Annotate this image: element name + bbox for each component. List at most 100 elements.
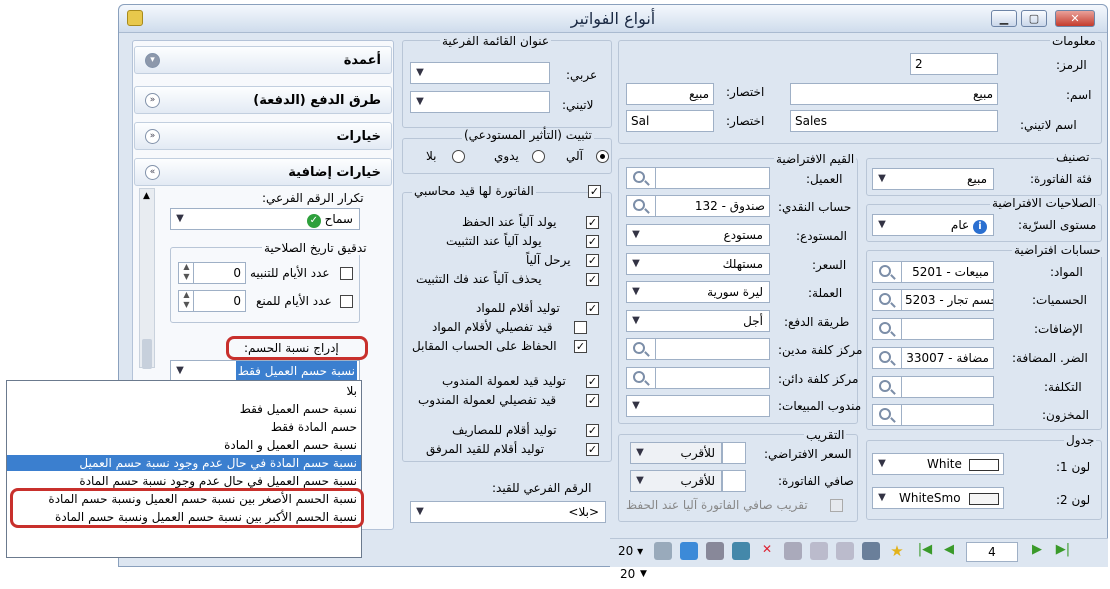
delete-icon[interactable]: ✕ [758,542,776,560]
color1-dropdown[interactable]: ▼ White [872,453,1004,475]
page-size[interactable]: 20 ▾ [618,544,643,558]
repeat-dropdown[interactable]: ▼ ✓ سماح [170,208,360,230]
customer-field[interactable] [654,167,770,189]
account-field-stock[interactable] [900,404,994,426]
credit-center-search[interactable] [626,367,656,389]
warehouse-dropdown[interactable]: ▼ مستودع [626,224,770,246]
refresh-icon[interactable] [732,542,750,560]
net-dropdown[interactable]: ▼ للأقرب [630,470,722,492]
copy-icon[interactable] [810,542,828,560]
account-search-discounts[interactable] [872,289,902,311]
accounting-checkbox[interactable]: ✓ [588,185,601,198]
star-icon[interactable]: ★ [888,542,906,560]
minimize-icon[interactable]: ▁ [991,10,1017,27]
gen-items-checkbox[interactable]: ✓ [586,302,599,315]
list-item[interactable]: حسم المادة فقط [7,419,361,435]
close-icon[interactable]: ✕ [1055,10,1095,27]
debit-center-field[interactable] [654,338,770,360]
latin-abbr-label: اختصار: [726,114,765,128]
gen-on-fix-checkbox[interactable]: ✓ [586,235,599,248]
level-dropdown[interactable]: ▼ عام i [872,214,994,236]
default-price-dropdown[interactable]: ▼ للأقرب [630,442,722,464]
gen-attached-checkbox[interactable]: ✓ [586,443,599,456]
record-number-field[interactable]: 4 [966,542,1018,562]
account-field-vat[interactable]: 33007 - مضافة [900,347,994,369]
currency-dropdown[interactable]: ▼ ليرة سورية [626,281,770,303]
latin-name-field[interactable]: Sales [790,110,998,132]
section-payment[interactable]: طرق الدفع (الدفعة)» [134,86,392,114]
table-title: جدول [1064,433,1097,447]
cash-search[interactable] [626,195,656,217]
radio-manual[interactable] [532,150,545,163]
cash-field[interactable]: 132 - صندوق [654,195,770,217]
account-field-cost[interactable] [900,376,994,398]
save-icon[interactable] [862,542,880,560]
maximize-icon[interactable]: ▢ [1021,10,1047,27]
detail-items-checkbox[interactable] [574,321,587,334]
section-extra-options[interactable]: خيارات إضافية « [134,158,392,186]
radio-auto[interactable] [596,150,609,163]
list-item[interactable]: نسبة حسم العميل و المادة [7,437,361,453]
abbr-field[interactable]: مبيع [626,83,714,105]
gen-exp-checkbox[interactable]: ✓ [586,424,599,437]
account-field-materials[interactable]: 5201 - مبيعات [900,261,994,283]
auto-delete-checkbox[interactable]: ✓ [586,273,599,286]
sidebar-scrollbar[interactable]: ▲ [139,188,155,369]
net-step[interactable] [722,470,746,492]
list-item-selected[interactable]: نسبة حسم المادة في حال عدم وجود نسبة حسم… [7,455,361,471]
gen-on-save-checkbox[interactable]: ✓ [586,216,599,229]
gen-rep-checkbox[interactable]: ✓ [586,375,599,388]
account-search-vat[interactable] [872,347,902,369]
section-options[interactable]: خيارات» [134,122,392,150]
account-label-additions: الإضافات: [1034,322,1083,336]
name-field[interactable]: مبيع [790,83,998,105]
payment-dropdown[interactable]: ▼ أجل [626,310,770,332]
account-search-materials[interactable] [872,261,902,283]
list-item[interactable]: نسبة حسم العميل في حال عدم وجود نسبة حسم… [7,473,361,489]
warn-days-spinner[interactable]: ▲ ▼ [180,262,194,284]
account-search-stock[interactable] [872,404,902,426]
list-item[interactable]: بلا [7,383,361,399]
latin-abbr-field[interactable]: Sal [626,110,714,132]
rep-dropdown[interactable]: ▼ [626,395,770,417]
detail-rep-checkbox[interactable]: ✓ [586,394,599,407]
default-price-step[interactable] [722,442,746,464]
price-dropdown[interactable]: ▼ مستهلك [626,253,770,275]
color2-dropdown[interactable]: ▼ WhiteSmo [872,487,1004,509]
block-days-spinner[interactable]: ▲ ▼ [180,290,194,312]
section-columns[interactable]: أعمدة ▾ [134,46,392,74]
first-record-icon[interactable]: |◀ [916,542,934,560]
tools-icon[interactable] [654,542,672,560]
account-field-additions[interactable] [900,318,994,340]
block-days-checkbox[interactable] [340,295,353,308]
latin-dropdown[interactable]: ▼ [410,91,550,113]
warn-days-checkbox[interactable] [340,267,353,280]
category-dropdown[interactable]: ▼ مبيع [872,168,994,190]
paste-icon[interactable] [836,542,854,560]
code-field[interactable]: 2 [910,53,998,75]
account-field-discounts[interactable]: 5203 - حسم تجار [900,289,994,311]
arabic-dropdown[interactable]: ▼ [410,62,550,84]
scroll-thumb[interactable] [142,339,152,369]
sub-num-dropdown[interactable]: ▼ <بلا> [410,501,606,523]
discount-dropdown[interactable]: ▼ نسبة حسم العميل فقط [170,360,360,382]
account-search-additions[interactable] [872,318,902,340]
sort-icon[interactable] [680,542,698,560]
prev-record-icon[interactable]: ◀ [940,542,958,560]
account-search-cost[interactable] [872,376,902,398]
scroll-up-icon[interactable]: ▲ [143,191,150,201]
last-record-icon[interactable]: ▶| [1054,542,1072,560]
next-record-icon[interactable]: ▶ [1028,542,1046,560]
debit-center-search[interactable] [626,338,656,360]
credit-center-field[interactable] [654,367,770,389]
abbr-label: اختصار: [726,85,765,99]
keep-account-checkbox[interactable]: ✓ [574,340,587,353]
customer-search[interactable] [626,167,656,189]
auto-round-checkbox[interactable] [830,499,843,512]
auto-post-checkbox[interactable]: ✓ [586,254,599,267]
glasses-icon[interactable] [706,542,724,560]
undo-icon[interactable] [784,542,802,560]
chevron-down-icon[interactable]: ▼ [640,569,647,579]
radio-none[interactable] [452,150,465,163]
list-item[interactable]: نسبة حسم العميل فقط [7,401,361,417]
